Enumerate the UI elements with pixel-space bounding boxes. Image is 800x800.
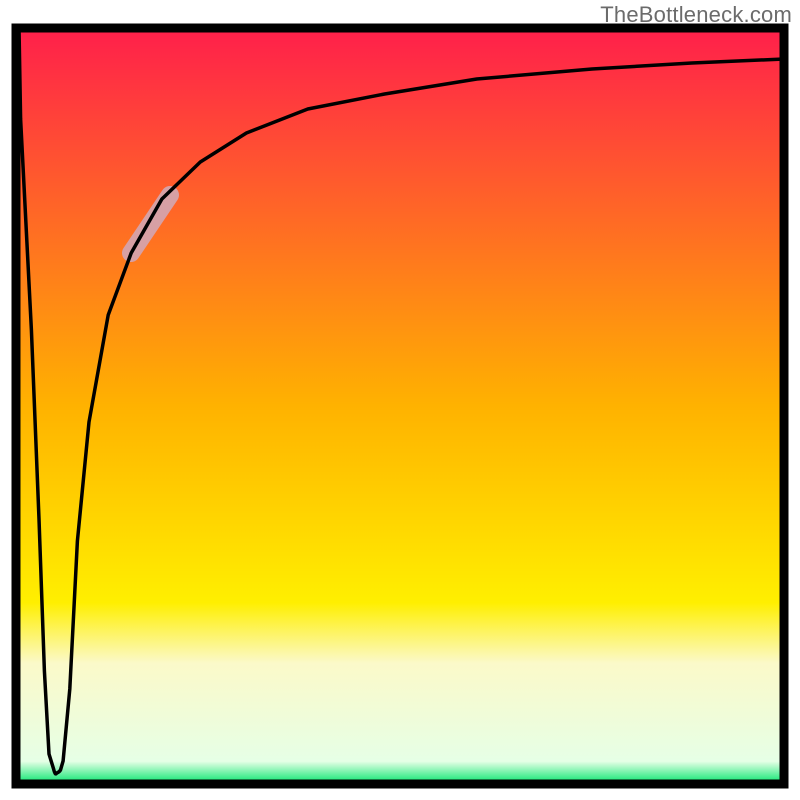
plot-background bbox=[16, 28, 784, 784]
watermark-text: TheBottleneck.com bbox=[600, 2, 792, 28]
chart-frame: TheBottleneck.com bbox=[0, 0, 800, 800]
chart-svg bbox=[0, 0, 800, 800]
